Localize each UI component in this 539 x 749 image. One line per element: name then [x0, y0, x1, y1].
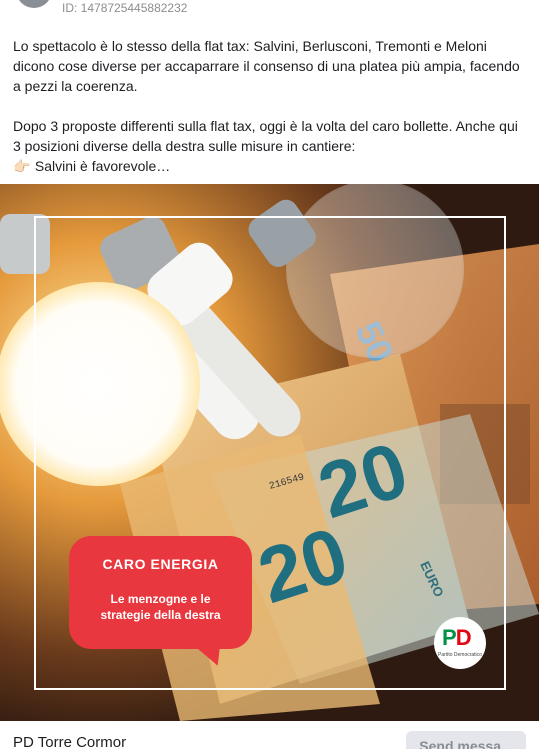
pointing-finger-icon: 👉🏻 — [13, 158, 31, 174]
post-body: Lo spettacolo è lo stesso della flat tax… — [13, 36, 528, 176]
page-name-link[interactable]: PD Torre Cormor — [13, 734, 126, 749]
post-paragraph-2: Dopo 3 proposte differenti sulla flat ta… — [13, 118, 518, 154]
creative-title: CARO ENERGIA — [102, 556, 219, 572]
post-bullet: 👉🏻 Salvini è favorevole… — [13, 156, 528, 176]
creative-subtitle-line-1: Le menzogne e le — [110, 592, 211, 606]
ad-id-text: ID: 1478725445882232 — [62, 1, 188, 15]
post-header: ID: 1478725445882232 — [0, 0, 539, 22]
creative-subtitle: Le menzogne e le strategie della destra — [69, 591, 252, 623]
bullet-text: Salvini è favorevole… — [34, 158, 171, 174]
creative-subtitle-line-2: strategie della destra — [100, 608, 221, 622]
pd-logo-mark: PD — [442, 625, 472, 650]
pd-logo-caption: Partito Democratico — [438, 652, 482, 658]
page-avatar[interactable] — [16, 0, 52, 8]
send-message-button[interactable]: Send messa... — [406, 731, 526, 749]
post-paragraph-1: Lo spettacolo è lo stesso della flat tax… — [13, 38, 520, 94]
